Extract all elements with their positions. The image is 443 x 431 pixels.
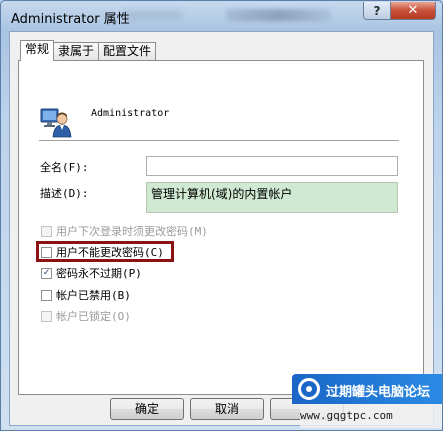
description-field[interactable]: 管理计算机(域)的内置帐户	[146, 182, 398, 213]
checkbox-box	[41, 289, 52, 301]
checkbox-box	[41, 310, 52, 322]
watermark-url: www.gqgtpc.com	[300, 404, 442, 428]
title-bar[interactable]: Administrator 属性 ? ✕	[1, 1, 442, 31]
close-icon: ✕	[407, 3, 419, 18]
tab-general[interactable]: 常规	[20, 40, 55, 61]
checkbox-label: 用户下次登录时须更改密码(M)	[56, 225, 208, 238]
account-disabled-checkbox[interactable]: 帐户已禁用(B)	[41, 287, 131, 303]
checkbox-box	[41, 225, 52, 237]
checkbox-label: 帐户已锁定(O)	[56, 310, 131, 323]
tab-member-of[interactable]: 隶属于	[53, 42, 100, 60]
checkmark-icon: ✓	[41, 267, 52, 279]
checkbox-label: 用户不能更改密码(C)	[56, 246, 164, 259]
account-name: Administrator	[91, 108, 170, 119]
must-change-password-checkbox[interactable]: 用户下次登录时须更改密码(M)	[41, 223, 208, 239]
cannot-change-password-checkbox[interactable]: 用户不能更改密码(C)	[41, 244, 164, 260]
close-button[interactable]: ✕	[390, 2, 436, 20]
general-tab-panel: Administrator 全名(F): 描述(D): 管理计算机(域)的内置帐…	[18, 60, 424, 395]
watermark-title: 过期罐头电脑论坛	[326, 385, 431, 400]
dialog-client-area: 常规 隶属于 配置文件 Administrator 全名(F): 描述(D): …	[9, 31, 434, 426]
checkbox-box	[41, 246, 52, 258]
tab-profile[interactable]: 配置文件	[98, 42, 157, 60]
tab-strip: 常规 隶属于 配置文件	[20, 40, 157, 61]
watermark-banner: 过期罐头电脑论坛	[292, 374, 442, 404]
help-icon: ?	[373, 3, 381, 18]
watermark-logo: 过期罐头电脑论坛 www.gqgtpc.com	[292, 374, 442, 430]
window-title: Administrator 属性	[11, 12, 130, 27]
user-account-icon	[40, 108, 72, 138]
account-locked-checkbox[interactable]: 帐户已锁定(O)	[41, 308, 131, 324]
password-never-expires-checkbox[interactable]: ✓ 密码永不过期(P)	[41, 265, 142, 281]
cancel-button[interactable]: 取消	[190, 398, 264, 420]
fullname-label: 全名(F):	[40, 161, 89, 174]
title-bar-blur	[123, 10, 183, 20]
ok-button[interactable]: 确定	[110, 398, 184, 420]
help-button[interactable]: ?	[363, 2, 391, 20]
properties-dialog: Administrator 属性 ? ✕ 常规 隶属于 配置文件 Adminis…	[0, 0, 443, 431]
separator	[39, 140, 399, 142]
description-label: 描述(D):	[40, 187, 89, 200]
checkbox-label: 帐户已禁用(B)	[56, 289, 131, 302]
checkbox-label: 密码永不过期(P)	[56, 267, 142, 280]
title-bar-blur	[226, 9, 331, 21]
forum-logo-icon	[298, 378, 320, 400]
fullname-field[interactable]	[146, 156, 398, 176]
